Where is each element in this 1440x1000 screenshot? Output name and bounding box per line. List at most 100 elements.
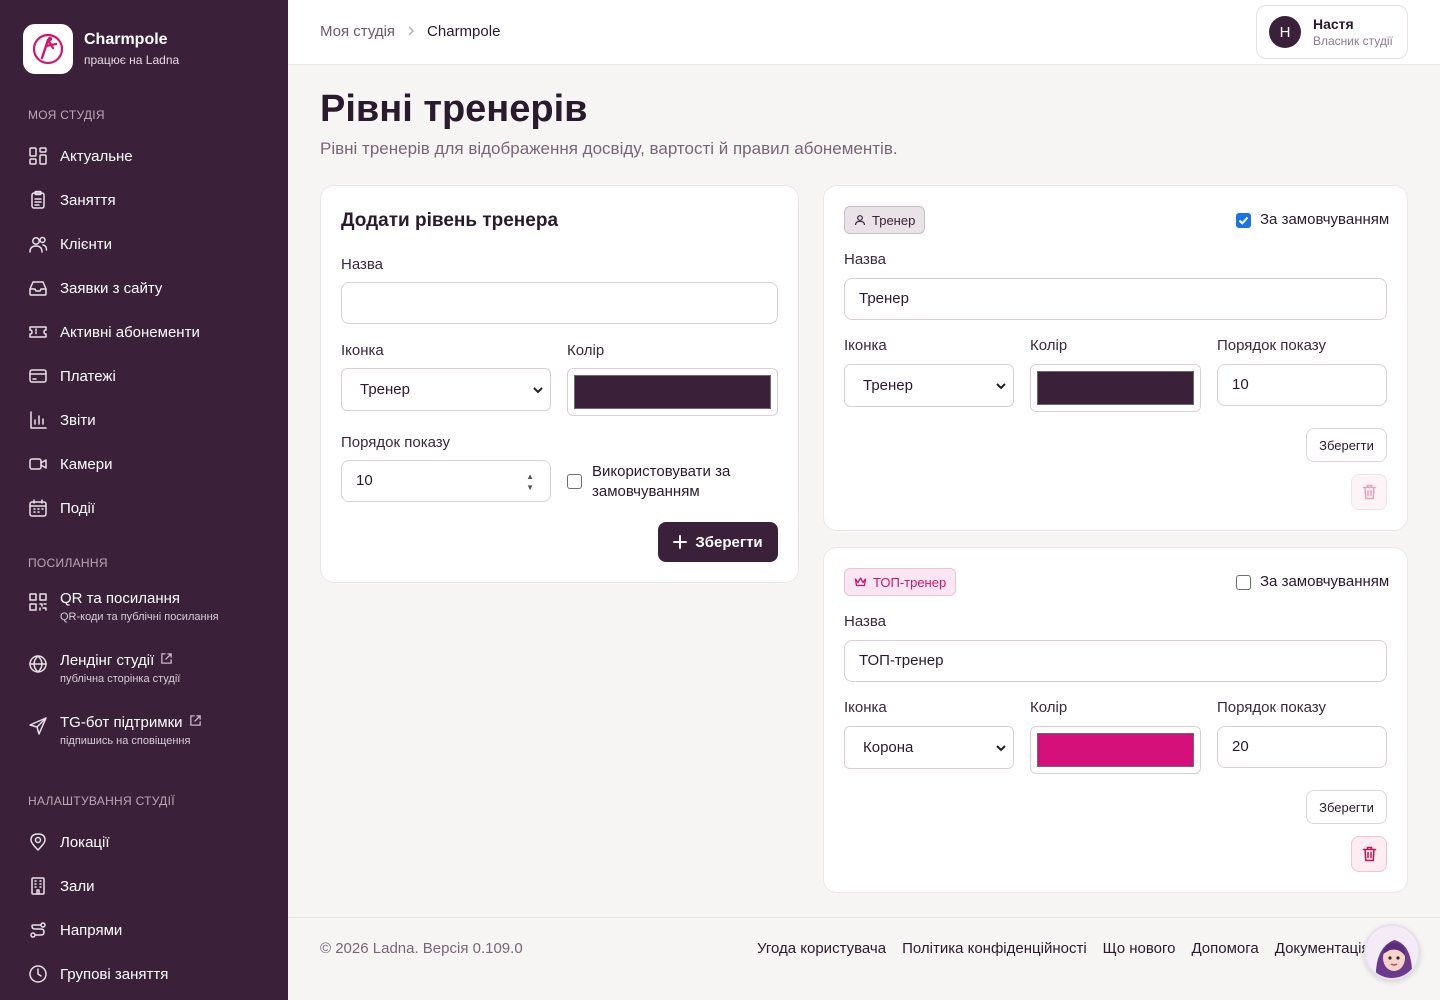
user-icon [854, 214, 866, 226]
sidebar-item-building[interactable]: Зали [0, 864, 288, 908]
section-title-studio: Моя студія [28, 108, 105, 122]
user-name: Настя [1313, 16, 1354, 32]
sidebar-item-label: Групові заняття [60, 965, 169, 983]
icon-select[interactable]: Тренер [341, 368, 551, 411]
icon-select[interactable]: Тренер [844, 364, 1014, 407]
trash-icon [1362, 484, 1376, 500]
sidebar-item-users[interactable]: Клієнти [0, 222, 288, 266]
color-swatch [574, 375, 771, 409]
add-save-label: Зберегти [695, 533, 763, 551]
users-icon [28, 234, 48, 254]
sidebar-item-label: Заняття [60, 191, 116, 209]
level-badge-label: ТОП-тренер [873, 574, 947, 590]
level-name-input[interactable]: Тренер [844, 278, 1387, 320]
color-picker[interactable] [567, 368, 778, 416]
clipboard-icon [28, 190, 48, 210]
delete-button[interactable] [1351, 836, 1387, 872]
video-icon [28, 454, 48, 474]
color-picker[interactable] [1030, 726, 1201, 774]
order-input[interactable]: 10 ▲ ▼ [341, 460, 551, 502]
sidebar-link-label: TG-бот підтримки [60, 714, 183, 731]
order-input[interactable]: 10 [1217, 364, 1387, 406]
sidebar-item-dashboard[interactable]: Актуальне [0, 134, 288, 178]
icon-label: Іконка [341, 342, 384, 359]
sidebar-item-label: Звіти [60, 411, 96, 429]
sidebar-item-calendar[interactable]: Події [0, 486, 288, 530]
icon-label: Іконка [844, 699, 887, 716]
assistant-avatar-button[interactable] [1364, 924, 1420, 980]
sidebar-item-map-pin[interactable]: Локації [0, 820, 288, 864]
breadcrumb: Моя студія Charmpole [320, 23, 500, 40]
clock-icon [28, 964, 48, 984]
chevron-right-icon [407, 23, 415, 40]
add-level-card: Додати рівень тренера Назва Іконка Трене… [320, 185, 799, 583]
chevron-down-icon [532, 383, 544, 400]
inbox-icon [28, 278, 48, 298]
order-label: Порядок показу [341, 434, 450, 451]
icon-select[interactable]: Корона [844, 726, 1014, 769]
sidebar-link-send[interactable]: TG-бот підтримки підпишись на сповіщення [0, 708, 288, 770]
order-label: Порядок показу [1217, 699, 1326, 716]
sidebar-link-subtitle: підпишись на сповіщення [60, 735, 191, 747]
globe-icon [28, 654, 48, 674]
add-save-button[interactable]: Зберегти [658, 522, 778, 562]
dashboard-icon [28, 146, 48, 166]
building-icon [28, 876, 48, 896]
brand[interactable]: Charmpole працює на Ladna [0, 0, 288, 74]
level-save-button[interactable]: Зберегти [1306, 790, 1387, 824]
order-input[interactable]: 20 [1217, 726, 1387, 768]
footer-link-terms[interactable]: Угода користувача [757, 940, 886, 957]
sidebar-item-label: Клієнти [60, 235, 113, 253]
breadcrumb-root[interactable]: Моя студія [320, 23, 395, 40]
sidebar-item-label: Платежі [60, 367, 116, 385]
level-badge: Тренер [844, 206, 926, 234]
level-card: Тренер За замовчуванням Назва Тренер Іконка Т… [823, 185, 1408, 531]
sidebar-link-qr[interactable]: QR та посилання QR-коди та публічні посил… [0, 584, 288, 646]
page-title: Рівні тренерів [320, 88, 588, 130]
external-link-icon [189, 714, 202, 731]
footer-link-help[interactable]: Допомога [1191, 940, 1258, 957]
sidebar-item-clock[interactable]: Групові заняття [0, 952, 288, 996]
sidebar-item-route[interactable]: Напрями [0, 908, 288, 952]
footer-link-privacy[interactable]: Політика конфіденційності [902, 940, 1087, 957]
add-level-title: Додати рівень тренера [341, 210, 559, 231]
sidebar-item-video[interactable]: Камери [0, 442, 288, 486]
default-checkbox[interactable] [567, 474, 582, 489]
section-title-links: Посилання [28, 556, 108, 570]
icon-label: Іконка [844, 337, 887, 354]
delete-button[interactable] [1351, 474, 1387, 510]
order-label: Порядок показу [1217, 337, 1326, 354]
default-checkbox[interactable] [1236, 213, 1251, 228]
footer: © 2026 Ladna. Версія 0.109.0 Угода корис… [288, 917, 1440, 1000]
default-checkbox[interactable] [1236, 575, 1251, 590]
level-save-button[interactable]: Зберегти [1306, 428, 1387, 462]
sidebar-item-label: Локації [60, 833, 110, 851]
color-picker[interactable] [1030, 364, 1201, 412]
sidebar-item-clipboard[interactable]: Заняття [0, 178, 288, 222]
external-link-icon [160, 652, 173, 669]
footer-link-docs[interactable]: Документація [1275, 940, 1370, 957]
footer-link-whats-new[interactable]: Що нового [1103, 940, 1176, 957]
sidebar-item-credit-card[interactable]: Платежі [0, 354, 288, 398]
sidebar-item-ticket[interactable]: Активні абонементи [0, 310, 288, 354]
sidebar-item-label: Актуальне [60, 147, 133, 165]
sidebar-item-bar-chart[interactable]: Звіти [0, 398, 288, 442]
level-name-input[interactable]: ТОП-тренер [844, 640, 1387, 682]
crown-icon [854, 576, 867, 588]
calendar-icon [28, 498, 48, 518]
name-input[interactable] [341, 282, 778, 324]
sidebar-item-inbox[interactable]: Заявки з сайту [0, 266, 288, 310]
sidebar-link-subtitle: публічна сторінка студії [60, 673, 181, 685]
color-swatch [1037, 371, 1194, 405]
order-value: 10 [356, 472, 373, 489]
user-menu[interactable]: Н Настя Власник студії [1256, 5, 1408, 59]
name-label: Назва [844, 251, 887, 268]
sidebar-link-globe[interactable]: Лендінг студії публічна сторінка студії [0, 646, 288, 708]
route-icon [28, 920, 48, 940]
user-role: Власник студії [1313, 34, 1393, 48]
spinner-icon[interactable]: ▲ ▼ [526, 471, 534, 493]
default-checkbox-label: За замовчуванням [1260, 573, 1390, 590]
default-checkbox-label: Використовувати за замовчуванням [592, 463, 731, 500]
sidebar-link-label: Лендінг студії [60, 652, 155, 669]
default-checkbox-label: За замовчуванням [1260, 211, 1390, 228]
